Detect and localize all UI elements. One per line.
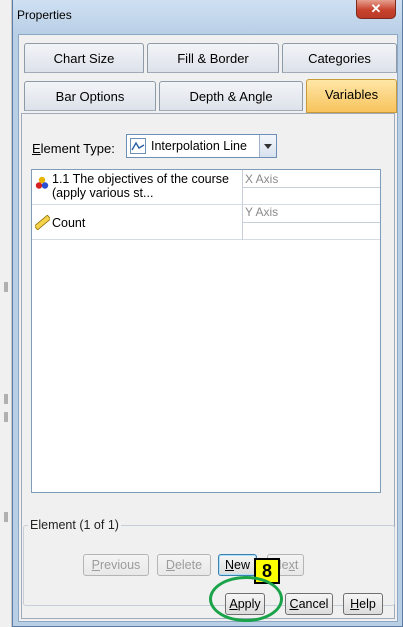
title-bar[interactable]: Properties ✕	[13, 0, 402, 34]
variable-row[interactable]: 1.1 The objectives of the course (apply …	[32, 170, 380, 205]
axis-separator	[242, 222, 380, 223]
properties-dialog: Properties ✕ Chart Size Fill & Border Ca…	[12, 0, 403, 627]
delete-button[interactable]: Delete	[157, 554, 211, 576]
variables-list: 1.1 The objectives of the course (apply …	[31, 169, 381, 493]
cancel-button[interactable]: Cancel	[285, 593, 333, 615]
variables-tab-panel: Element Type: Interpolation Line 1.1 The…	[21, 113, 395, 619]
edge-mark	[4, 412, 8, 422]
variable-row[interactable]: Count Y Axis	[32, 205, 380, 240]
chevron-down-icon[interactable]	[259, 135, 276, 157]
background-window-edge	[0, 0, 12, 627]
close-icon: ✕	[370, 1, 382, 16]
variable-name: Count	[52, 216, 86, 230]
tab-bar-options[interactable]: Bar Options	[24, 81, 156, 111]
variable-name: 1.1 The objectives of the course	[52, 172, 229, 186]
element-type-label: Element Type:	[32, 141, 115, 156]
line-chart-icon	[130, 138, 146, 154]
element-count-label: Element (1 of 1)	[28, 518, 121, 532]
tab-variables[interactable]: Variables	[306, 79, 397, 113]
new-button[interactable]: New	[218, 554, 257, 576]
tab-categories[interactable]: Categories	[282, 43, 397, 73]
variable-name-continued: (apply various st...	[52, 186, 154, 200]
highlight-ring	[209, 576, 283, 622]
previous-button[interactable]: Previous	[83, 554, 149, 576]
tab-fill-border[interactable]: Fill & Border	[147, 43, 279, 73]
element-type-dropdown[interactable]: Interpolation Line	[126, 134, 277, 158]
close-button[interactable]: ✕	[356, 0, 396, 19]
dialog-content: Chart Size Fill & Border Categories Bar …	[18, 34, 398, 622]
scale-variable-icon	[33, 214, 52, 233]
y-axis-label: Y Axis	[245, 205, 279, 219]
nominal-variable-icon	[35, 176, 49, 193]
edge-mark	[4, 512, 8, 522]
help-button[interactable]: Help	[343, 593, 383, 615]
element-type-value: Interpolation Line	[151, 139, 247, 153]
tab-depth-angle[interactable]: Depth & Angle	[159, 81, 303, 111]
x-axis-label: X Axis	[245, 172, 279, 186]
edge-mark	[4, 282, 8, 292]
axis-separator	[242, 187, 380, 188]
dialog-title: Properties	[17, 8, 72, 22]
edge-mark	[4, 394, 8, 404]
tab-chart-size[interactable]: Chart Size	[24, 43, 144, 73]
